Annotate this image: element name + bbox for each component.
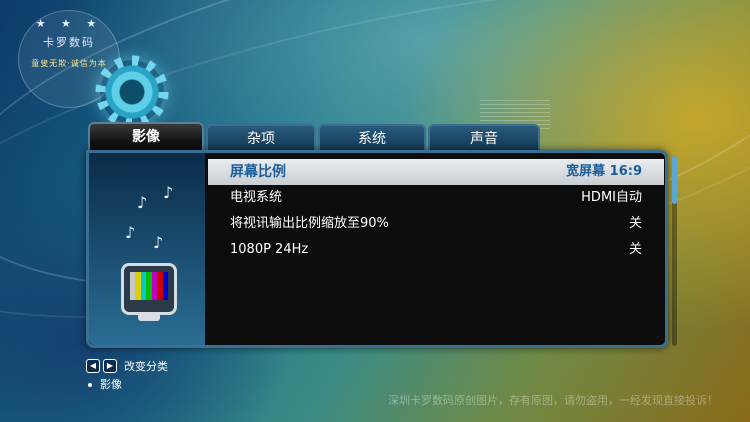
category-tabs: 影像 杂项 系统 声音 bbox=[88, 122, 540, 154]
tab-system[interactable]: 系统 bbox=[318, 124, 426, 150]
setting-value: 宽屏幕 16:9 bbox=[566, 164, 642, 179]
tab-audio[interactable]: 声音 bbox=[428, 124, 540, 150]
color-bars bbox=[130, 272, 168, 300]
music-note-icon: ♪ bbox=[125, 223, 136, 242]
setting-label: 屏幕比例 bbox=[230, 164, 286, 180]
setting-row-tv-system[interactable]: 电视系统 HDMI自动 bbox=[208, 185, 664, 211]
watermark-text: 深圳卡罗数码原创图片，存有原图，请勿盗用，一经发现直接投诉！ bbox=[388, 394, 718, 407]
gear-icon bbox=[100, 60, 164, 124]
tv-stand bbox=[138, 315, 160, 321]
left-arrow-icon: ◀ bbox=[86, 359, 100, 373]
settings-panel: ♪ ♪ ♪ ♪ 屏幕比例 宽屏幕 16:9 电视系统 HDMI自动 将视讯输出比… bbox=[86, 150, 668, 348]
setting-row-aspect-ratio[interactable]: 屏幕比例 宽屏幕 16:9 bbox=[208, 159, 664, 185]
setting-row-output-scale[interactable]: 将视讯输出比例缩放至90% 关 bbox=[208, 211, 664, 237]
scrollbar-thumb[interactable] bbox=[672, 156, 677, 204]
setting-value: HDMI自动 bbox=[581, 190, 642, 205]
logo-stars: ★ ★ ★ bbox=[35, 17, 103, 30]
music-note-icon: ♪ bbox=[163, 183, 174, 202]
music-note-icon: ♪ bbox=[153, 233, 164, 252]
tab-misc[interactable]: 杂项 bbox=[206, 124, 316, 150]
right-arrow-icon: ▶ bbox=[103, 359, 117, 373]
tv-icon bbox=[121, 263, 177, 321]
navigation-hint: ◀ ▶ 改变分类 bbox=[86, 358, 168, 374]
setting-value: 关 bbox=[628, 216, 642, 231]
setting-label: 1080P 24Hz bbox=[230, 242, 309, 257]
scrollbar[interactable] bbox=[672, 156, 677, 346]
setting-row-1080p-24hz[interactable]: 1080P 24Hz 关 bbox=[208, 237, 664, 263]
color-bar bbox=[162, 272, 168, 300]
setting-label: 电视系统 bbox=[230, 190, 283, 205]
current-category-label: 影像 bbox=[100, 378, 122, 391]
logo-name: 卡罗数码 bbox=[43, 36, 95, 49]
settings-list: 屏幕比例 宽屏幕 16:9 电视系统 HDMI自动 将视讯输出比例缩放至90% … bbox=[208, 159, 664, 263]
category-sidebar: ♪ ♪ ♪ ♪ bbox=[89, 153, 205, 345]
setting-value: 关 bbox=[628, 242, 642, 257]
hint-text: 改变分类 bbox=[124, 360, 168, 373]
current-category: 影像 bbox=[88, 376, 122, 392]
setting-label: 将视讯输出比例缩放至90% bbox=[230, 216, 389, 231]
music-note-icon: ♪ bbox=[137, 193, 148, 212]
bullet-icon bbox=[88, 383, 92, 387]
